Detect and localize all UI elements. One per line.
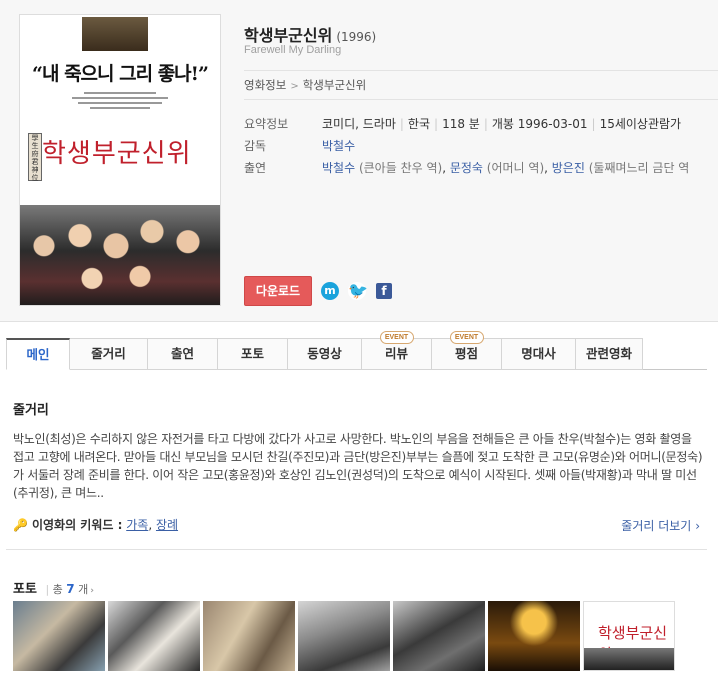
- tab-label: 리뷰: [384, 346, 408, 361]
- tab-label: 동영상: [307, 346, 342, 361]
- cast-role: (어머니 역): [486, 161, 545, 175]
- movie-header: “내 죽으니 그리 좋나!” 學生府君神位 학생부군신위 학생부군신위 (1996…: [0, 0, 718, 322]
- poster-fine-print: [60, 89, 180, 112]
- section-divider: [6, 549, 707, 550]
- chevron-right-icon: ›: [90, 586, 94, 596]
- tab-rating[interactable]: EVENT 평점: [432, 331, 502, 370]
- poster-crowd-image: [20, 205, 220, 305]
- me2day-icon[interactable]: m: [321, 282, 339, 300]
- tab-label: 줄거리: [91, 346, 126, 361]
- director-label: 감독: [244, 139, 267, 153]
- photo-thumbnail[interactable]: [108, 601, 200, 671]
- info-director-row: 감독 박철수: [244, 136, 718, 158]
- movie-poster[interactable]: “내 죽으니 그리 좋나!” 學生府君神位 학생부군신위: [19, 14, 221, 306]
- twitter-icon[interactable]: 🐦: [348, 282, 368, 300]
- count-prefix: 총: [52, 583, 63, 596]
- cast-role: (큰아들 찬우 역): [358, 161, 443, 175]
- count-number: 7: [66, 582, 75, 596]
- country: 한국: [407, 117, 431, 131]
- photo-thumbnail[interactable]: [13, 601, 105, 671]
- more-label: 줄거리 더보기: [621, 519, 692, 533]
- synopsis-heading: 줄거리: [13, 403, 49, 418]
- keyword-label: 이영화의 키워드 :: [31, 518, 123, 532]
- genre: 코미디, 드라마: [322, 117, 396, 131]
- chevron-right-icon: ›: [695, 519, 700, 533]
- tab-synopsis[interactable]: 줄거리: [70, 338, 148, 370]
- tab-related[interactable]: 관련영화: [576, 338, 643, 370]
- info-cast-row: 출연 박철수 (큰아들 찬우 역), 문정숙 (어머니 역), 방은진 (둘째며느…: [244, 158, 718, 180]
- facebook-icon[interactable]: f: [376, 283, 392, 299]
- movie-year: (1996): [336, 30, 377, 44]
- photo-thumbnail[interactable]: [488, 601, 580, 671]
- tab-label: 메인: [26, 347, 50, 362]
- tab-main[interactable]: 메인: [6, 338, 70, 370]
- poster-quote: “내 죽으니 그리 좋나!”: [32, 63, 209, 85]
- photo-count: | 총 7 개: [45, 582, 89, 596]
- photo-strip: 학생부군신위: [13, 601, 675, 671]
- breadcrumb-separator: >: [290, 81, 299, 92]
- movie-english-title: Farewell My Darling: [244, 44, 342, 56]
- movie-title: 학생부군신위 (1996): [244, 22, 376, 46]
- keyword-link[interactable]: 장례: [156, 518, 178, 532]
- tab-label: 포토: [240, 346, 264, 361]
- runtime: 118 분: [442, 117, 480, 131]
- tab-photo[interactable]: 포토: [218, 338, 288, 370]
- cast-link[interactable]: 박철수: [322, 161, 355, 175]
- poster-seal: 學生府君神位: [28, 133, 42, 182]
- synopsis-text: 박노인(최성)은 수리하지 않은 자전거를 타고 다방에 갔다가 사고로 사망한…: [13, 432, 703, 500]
- poster-photo-top: [82, 17, 148, 51]
- key-icon: 🔑: [13, 518, 28, 532]
- age-rating: 15세이상관람가: [599, 117, 682, 131]
- photo-thumbnail[interactable]: [393, 601, 485, 671]
- photo-thumbnail[interactable]: 학생부군신위: [583, 601, 675, 671]
- tab-label: 평점: [454, 346, 478, 361]
- cast-role: (둘째며느리 금단 역: [588, 161, 690, 175]
- breadcrumb-parent[interactable]: 영화정보: [244, 78, 286, 92]
- photo-heading-text: 포토: [13, 582, 37, 597]
- tab-label: 관련영화: [585, 346, 632, 361]
- count-suffix: 개: [78, 583, 89, 596]
- movie-title-text: 학생부군신위: [244, 26, 333, 45]
- release-date: 개봉 1996-03-01: [491, 117, 588, 131]
- director-link[interactable]: 박철수: [322, 139, 355, 153]
- tab-label: 출연: [170, 346, 194, 361]
- poster-title: 학생부군신위: [42, 139, 192, 169]
- photo-heading[interactable]: 포토 | 총 7 개 ›: [13, 578, 94, 597]
- tab-quotes[interactable]: 명대사: [502, 338, 576, 370]
- cast-label: 출연: [244, 161, 267, 175]
- synopsis-more-link[interactable]: 줄거리 더보기 ›: [621, 517, 700, 534]
- movie-tabs: 메인 줄거리 출연 포토 동영상 EVENT 리뷰 EVENT 평점 명대사 관…: [6, 331, 707, 370]
- breadcrumb: 영화정보 > 학생부군신위: [244, 70, 718, 100]
- tab-cast[interactable]: 출연: [148, 338, 218, 370]
- breadcrumb-current: 학생부군신위: [302, 78, 367, 92]
- download-button[interactable]: 다운로드: [244, 276, 312, 306]
- info-summary-row: 요약정보 코미디, 드라마 | 한국 | 118 분 | 개봉 1996-03-01 | 15세이…: [244, 114, 718, 136]
- cast-link[interactable]: 방은진: [552, 161, 585, 175]
- event-badge: EVENT: [379, 331, 414, 344]
- thumbnail-crowd: [584, 648, 674, 670]
- photo-thumbnail[interactable]: [203, 601, 295, 671]
- tab-review[interactable]: EVENT 리뷰: [362, 331, 432, 370]
- tab-video[interactable]: 동영상: [288, 338, 362, 370]
- photo-thumbnail[interactable]: [298, 601, 390, 671]
- keyword-line: 🔑 이영화의 키워드 : 가족, 장례: [13, 518, 179, 532]
- cast-link[interactable]: 문정숙: [450, 161, 483, 175]
- summary-label: 요약정보: [244, 117, 289, 131]
- tab-label: 명대사: [521, 346, 556, 361]
- keyword-link[interactable]: 가족: [126, 518, 148, 532]
- event-badge: EVENT: [449, 331, 484, 344]
- movie-info: 요약정보 코미디, 드라마 | 한국 | 118 분 | 개봉 1996-03-01 | 15세이…: [244, 114, 718, 180]
